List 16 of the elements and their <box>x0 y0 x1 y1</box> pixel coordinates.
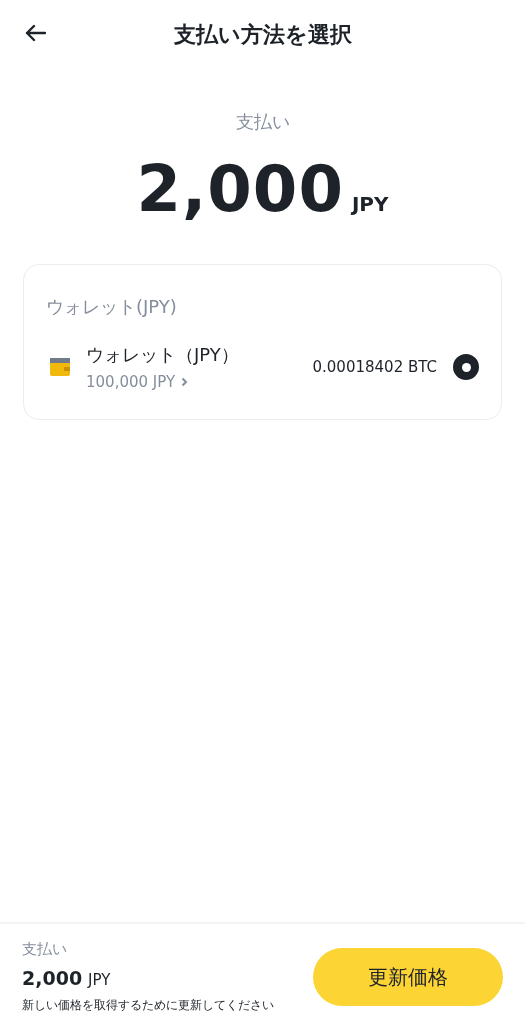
footer-amount: 2,000 <box>22 967 83 989</box>
section-title: ウォレット(JPY) <box>46 295 178 319</box>
refresh-price-button[interactable]: 更新価格 <box>313 948 503 1006</box>
chevron-right-icon <box>181 377 189 387</box>
radio-button[interactable] <box>453 354 479 380</box>
wallet-icon <box>50 358 70 376</box>
footer-payment-label: 支払い <box>22 940 68 959</box>
back-arrow-icon[interactable] <box>24 24 46 42</box>
converted-amount: 0.00018402 BTC <box>312 358 437 376</box>
footer-currency: JPY <box>88 971 111 989</box>
currency-label: JPY <box>351 192 389 216</box>
refresh-note: 新しい価格を取得するために更新してください <box>22 997 274 1014</box>
payment-amount: 2,000 <box>136 152 344 226</box>
option-name: ウォレット（JPY） <box>86 343 240 367</box>
page-title: 支払い方法を選択 <box>173 21 352 49</box>
payment-label: 支払い <box>235 110 290 134</box>
